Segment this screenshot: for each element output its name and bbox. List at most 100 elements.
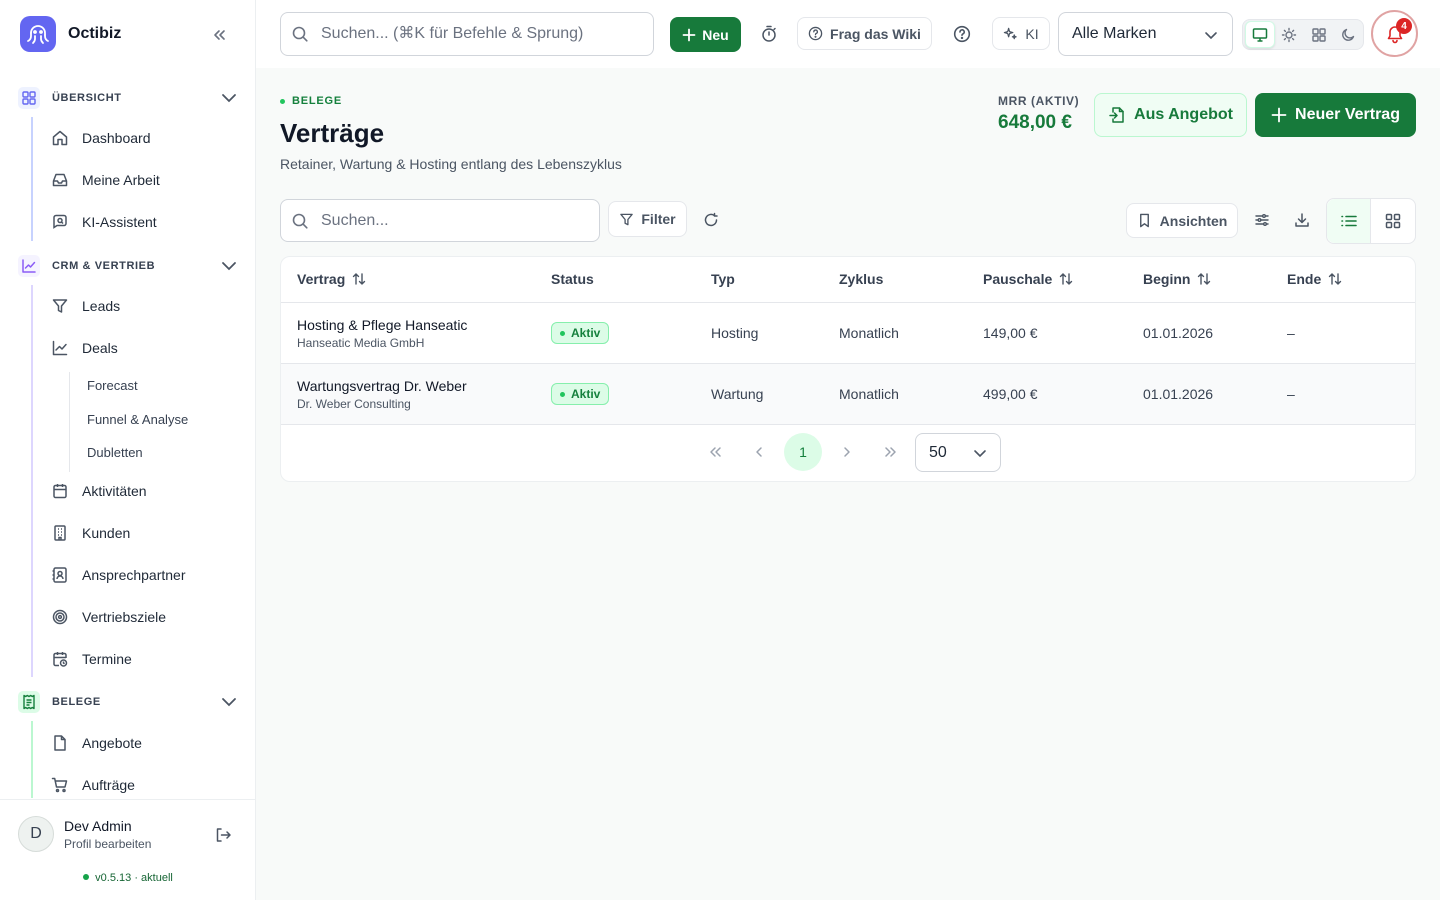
from-offer-button[interactable]: Aus Angebot [1094,93,1247,137]
section-uebersicht[interactable]: ÜBERSICHT [18,87,242,109]
stopwatch-icon[interactable] [759,24,779,44]
collapse-sidebar-icon[interactable] [208,24,230,46]
sidebar-subitem-funnel-analyse[interactable]: Funnel & Analyse [87,412,188,427]
next-page-icon[interactable] [828,433,866,471]
sidebar-item-dashboard[interactable]: Dashboard [50,126,151,150]
section-crm-vertrieb[interactable]: CRM & VERTRIEB [18,255,242,277]
column-header-beginn[interactable]: Beginn [1143,271,1212,287]
calendar-icon [50,481,70,501]
sidebar-item-label: Dashboard [82,130,151,146]
version-status: · aktuell [134,872,173,884]
moon-icon[interactable] [1334,21,1363,48]
contract-end: – [1287,386,1295,402]
chevron-down-icon[interactable] [220,89,238,107]
sidebar-item-label: Termine [82,651,132,667]
views-button[interactable]: Ansichten [1126,203,1238,238]
sort-icon [1329,273,1342,285]
column-header-zyklus: Zyklus [839,271,883,287]
avatar[interactable]: D [18,816,54,852]
receipt-icon [18,691,40,713]
ai-button[interactable]: KI [992,17,1050,50]
layout-grid-icon[interactable] [1304,21,1333,48]
chevron-down-icon [1203,27,1219,43]
filter-button[interactable]: Filter [608,201,687,237]
sidebar-item-kunden[interactable]: Kunden [50,521,130,545]
brand-select[interactable]: Alle Marken [1058,12,1233,56]
ask-wiki-label: Frag das Wiki [830,25,921,42]
contract-start: 01.01.2026 [1143,325,1214,341]
version-info: v0.5.13 · aktuell [0,872,256,884]
section-line [31,117,33,241]
last-page-icon[interactable] [872,433,910,471]
column-header-vertrag[interactable]: Vertrag [297,271,367,287]
chevron-down-icon[interactable] [220,693,238,711]
sidebar-item-label: Deals [82,340,118,356]
first-page-icon[interactable] [696,433,734,471]
logout-icon[interactable] [214,826,232,844]
column-header-pauschale[interactable]: Pauschale [983,271,1074,287]
prev-page-icon[interactable] [740,433,778,471]
sidebar-subitem-dubletten[interactable]: Dubletten [87,445,143,460]
table-row[interactable]: Wartungsvertrag Dr. Weber Dr. Weber Cons… [281,364,1415,425]
sidebar-item-ki-assistent[interactable]: KI-Assistent [50,210,157,234]
sidebar-item-leads[interactable]: Leads [50,294,120,318]
sidebar-nav: ÜBERSICHT Dashboard Meine Arbeit KI-Assi… [0,76,256,798]
sidebar-item-aktivitaeten[interactable]: Aktivitäten [50,479,147,503]
grid-view-icon[interactable] [1371,199,1415,243]
mrr-label: MRR (AKTIV) [998,94,1080,108]
help-icon[interactable] [952,24,972,44]
search-icon [291,212,309,230]
mrr-value: 648,00 € [998,112,1072,133]
new-contract-button[interactable]: Neuer Vertrag [1255,93,1416,137]
column-header-label: Beginn [1143,271,1191,287]
sidebar-item-deals[interactable]: Deals [50,336,118,360]
status-label: Aktiv [571,326,601,340]
sidebar-item-label: Aufträge [82,777,135,793]
file-import-icon [1109,107,1124,123]
edit-profile-link[interactable]: Profil bearbeiten [64,837,151,851]
status-dot-icon [560,391,565,397]
sidebar-item-label: Aktivitäten [82,483,147,499]
list-view-icon[interactable] [1327,199,1371,243]
sidebar-item-termine[interactable]: Termine [50,647,132,671]
column-header-label: Status [551,271,594,287]
page-size-select[interactable]: 50 [915,433,1001,472]
chevron-down-icon[interactable] [220,257,238,275]
sidebar-item-vertriebsziele[interactable]: Vertriebsziele [50,605,166,629]
contract-start: 01.01.2026 [1143,386,1214,402]
new-button[interactable]: Neu [670,17,741,52]
sort-icon [1198,273,1211,285]
page-size-value: 50 [929,443,947,461]
ask-wiki-button[interactable]: Frag das Wiki [797,17,932,50]
section-belege[interactable]: BELEGE [18,691,242,713]
global-search-input[interactable] [321,25,621,43]
table-search[interactable] [280,199,600,242]
refresh-icon[interactable] [702,211,720,229]
main-content: BELEGE Verträge Retainer, Wartung & Host… [256,68,1440,900]
status-badge: Aktiv [551,322,610,344]
download-icon[interactable] [1293,211,1311,229]
status-dot-icon [83,874,90,880]
notifications-button[interactable]: 4 [1371,10,1418,57]
table-search-input[interactable] [321,211,571,230]
sidebar-subitem-forecast[interactable]: Forecast [87,378,138,393]
global-search[interactable] [280,12,654,56]
sliders-icon[interactable] [1253,211,1271,229]
sidebar-item-meine-arbeit[interactable]: Meine Arbeit [50,168,160,192]
column-header-label: Typ [711,271,735,287]
sidebar-item-auftraege[interactable]: Aufträge [50,773,135,797]
version-number: v0.5.13 [95,872,132,884]
sun-icon[interactable] [1275,21,1304,48]
sidebar-item-angebote[interactable]: Angebote [50,731,142,755]
sidebar-item-ansprechpartner[interactable]: Ansprechpartner [50,563,186,587]
table-row[interactable]: Hosting & Pflege Hanseatic Hanseatic Med… [281,303,1415,364]
page-button-current[interactable]: 1 [784,433,822,471]
brand[interactable]: Octibiz [20,16,121,52]
monitor-icon[interactable] [1245,21,1275,48]
contract-end: – [1287,325,1295,341]
section-label: BELEGE [52,696,101,708]
inbox-icon [50,170,70,190]
section-label: CRM & VERTRIEB [52,260,156,272]
column-header-ende[interactable]: Ende [1287,271,1343,287]
new-contract-label: Neuer Vertrag [1295,106,1400,123]
